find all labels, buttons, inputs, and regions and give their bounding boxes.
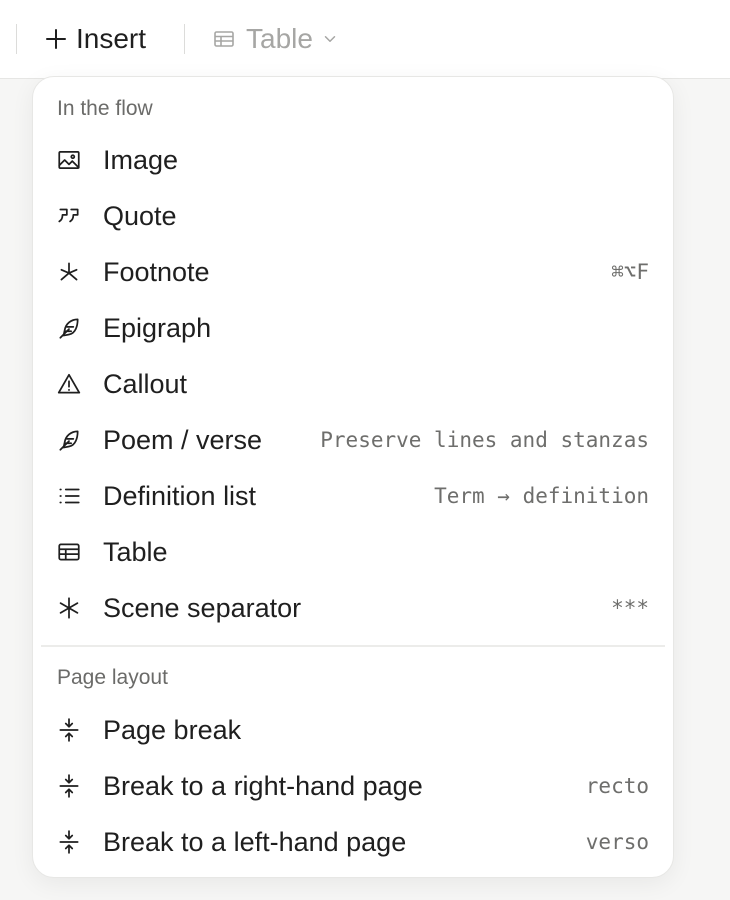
definition-list-hint: Term → definition <box>434 484 649 508</box>
page-break-icon <box>55 772 83 800</box>
insert-button[interactable]: Insert <box>44 18 146 60</box>
table-icon <box>55 538 83 566</box>
recto-hint: recto <box>585 774 649 798</box>
image-icon <box>55 146 83 174</box>
menu-divider <box>41 645 665 647</box>
insert-menu: In the flow Image Quote Footnote ⌘⌥F Epi… <box>32 76 674 878</box>
page-break-icon <box>55 828 83 856</box>
toolbar: Insert Table <box>0 0 730 79</box>
asterisk-bold-icon <box>55 594 83 622</box>
menu-item-label: Definition list <box>103 480 257 511</box>
menu-item-image[interactable]: Image <box>41 134 665 186</box>
menu-item-label: Image <box>103 144 179 175</box>
page-break-icon <box>55 716 83 744</box>
menu-item-table[interactable]: Table <box>41 526 665 578</box>
footnote-shortcut: ⌘⌥F <box>611 260 649 284</box>
menu-item-break-left-hand-page[interactable]: Break to a left-hand page verso <box>41 816 665 868</box>
menu-item-label: Page break <box>103 714 242 745</box>
menu-item-label: Break to a right-hand page <box>103 770 423 801</box>
menu-item-scene-separator[interactable]: Scene separator *** <box>41 582 665 634</box>
menu-item-label: Footnote <box>103 256 210 287</box>
table-style-dropdown[interactable]: Table <box>212 18 339 60</box>
table-icon <box>214 31 234 47</box>
menu-item-label: Break to a left-hand page <box>103 826 407 857</box>
menu-item-epigraph[interactable]: Epigraph <box>41 302 665 354</box>
menu-item-label: Scene separator <box>103 592 302 623</box>
menu-item-page-break[interactable]: Page break <box>41 704 665 756</box>
menu-item-poem-verse[interactable]: Poem / verse Preserve lines and stanzas <box>41 414 665 466</box>
quote-icon <box>55 202 83 230</box>
menu-item-break-right-hand-page[interactable]: Break to a right-hand page recto <box>41 760 665 812</box>
poem-verse-hint: Preserve lines and stanzas <box>320 428 649 452</box>
toolbar-divider <box>184 24 185 54</box>
warning-triangle-icon <box>55 370 83 398</box>
list-icon <box>55 482 83 510</box>
menu-item-label: Quote <box>103 200 177 231</box>
section-label-page-layout: Page layout <box>57 666 168 689</box>
table-style-label: Table <box>246 23 313 54</box>
scene-separator-hint: *** <box>611 596 649 620</box>
plus-icon <box>46 29 66 49</box>
feather-icon <box>55 426 83 454</box>
verso-hint: verso <box>585 830 649 854</box>
menu-item-definition-list[interactable]: Definition list Term → definition <box>41 470 665 522</box>
insert-button-label: Insert <box>76 23 147 54</box>
chevron-down-icon <box>324 36 336 42</box>
asterisk-icon <box>55 258 83 286</box>
menu-item-label: Epigraph <box>103 312 212 343</box>
section-label-in-the-flow: In the flow <box>57 97 153 120</box>
menu-item-label: Callout <box>103 368 188 399</box>
toolbar-divider <box>16 24 17 54</box>
feather-icon <box>55 314 83 342</box>
menu-item-label: Poem / verse <box>103 424 263 455</box>
menu-item-label: Table <box>103 536 168 567</box>
menu-item-footnote[interactable]: Footnote ⌘⌥F <box>41 246 665 298</box>
menu-item-callout[interactable]: Callout <box>41 358 665 410</box>
menu-item-quote[interactable]: Quote <box>41 190 665 242</box>
